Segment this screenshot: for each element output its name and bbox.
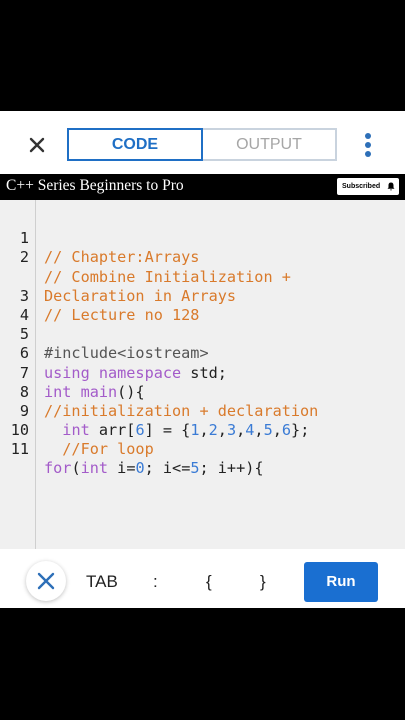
close-icon bbox=[37, 572, 55, 590]
code-token: 2 bbox=[208, 421, 218, 440]
banner-title: C++ Series Beginners to Pro bbox=[6, 177, 184, 194]
code-token: 6 bbox=[135, 421, 145, 440]
subscribed-button[interactable]: Subscribed bbox=[337, 178, 399, 195]
run-button[interactable]: Run bbox=[304, 562, 378, 602]
tab-code[interactable]: CODE bbox=[67, 128, 203, 161]
code-line: 1 // Chapter:Arrays bbox=[0, 210, 200, 266]
code-text: //initialization + declaration bbox=[44, 401, 319, 420]
code-token: , bbox=[217, 421, 227, 440]
code-line: 11 for(int i=0; i<=5; i++){ bbox=[0, 421, 264, 477]
code-token: for bbox=[44, 459, 72, 478]
more-vertical-icon[interactable] bbox=[362, 133, 374, 157]
top-bar: CODE OUTPUT bbox=[0, 111, 405, 173]
code-token: std; bbox=[181, 363, 227, 382]
code-token: ] = { bbox=[144, 421, 191, 440]
line-number: 11 bbox=[10, 440, 29, 459]
code-editor[interactable]: 1 // Chapter:Arrays 2 // Combine Initial… bbox=[0, 200, 405, 549]
code-token: arr[ bbox=[89, 421, 136, 440]
tab-group: CODE OUTPUT bbox=[67, 128, 337, 161]
code-line: 6 using namespace std; bbox=[0, 325, 227, 381]
code-token: 3 bbox=[226, 421, 237, 440]
bell-icon bbox=[387, 182, 395, 191]
code-line: 9 int arr[6] = {1,2,3,4,5,6}; bbox=[0, 383, 310, 439]
subscribed-label: Subscribed bbox=[342, 183, 381, 190]
code-token: int bbox=[80, 459, 109, 478]
code-line: 4 bbox=[0, 287, 73, 324]
colon-key[interactable]: : bbox=[153, 572, 158, 592]
code-token: 5 bbox=[263, 421, 273, 440]
code-token: ; i++){ bbox=[199, 459, 264, 478]
tab-output[interactable]: OUTPUT bbox=[203, 130, 335, 159]
code-text: int arr[6] = {1,2,3,4,5,6}; bbox=[44, 421, 309, 440]
code-token: 5 bbox=[190, 459, 200, 478]
close-brace-key[interactable]: } bbox=[260, 572, 266, 592]
close-icon[interactable] bbox=[26, 134, 48, 156]
code-token: }; bbox=[291, 421, 310, 440]
code-line: 3 // Lecture no 128 bbox=[0, 268, 200, 324]
code-line: 2 // Combine Initialization + bbox=[0, 229, 291, 285]
code-token: ( bbox=[71, 459, 81, 478]
code-token: , bbox=[236, 421, 246, 440]
code-line: 10 //For loop bbox=[0, 402, 154, 458]
close-toolbar-button[interactable] bbox=[26, 561, 66, 601]
video-banner: C++ Series Beginners to Pro Subscribed bbox=[0, 174, 405, 200]
code-token: , bbox=[254, 421, 264, 440]
code-token: ; i<= bbox=[144, 459, 191, 478]
code-token: (){ bbox=[117, 382, 145, 401]
code-token: , bbox=[272, 421, 282, 440]
code-text: // Combine Initialization + bbox=[44, 267, 291, 286]
code-line: 7 int main(){ bbox=[0, 344, 145, 401]
code-lines: 1 // Chapter:Arrays 2 // Combine Initial… bbox=[0, 210, 319, 477]
tab-key[interactable]: TAB bbox=[86, 572, 118, 592]
app-screen: CODE OUTPUT C++ Series Beginners to Pro … bbox=[0, 111, 405, 608]
code-line: 5 #include<iostream> bbox=[0, 306, 209, 362]
code-line: Declaration in Arrays bbox=[0, 248, 236, 305]
code-line: 8 //initialization + declaration bbox=[0, 364, 318, 420]
code-text: for(int i=0; i<=5; i++){ bbox=[44, 459, 264, 478]
code-token: 6 bbox=[281, 421, 292, 440]
code-token: i= bbox=[108, 459, 136, 478]
open-brace-key[interactable]: { bbox=[206, 572, 212, 592]
code-token: 0 bbox=[135, 459, 145, 478]
code-token: , bbox=[199, 421, 209, 440]
